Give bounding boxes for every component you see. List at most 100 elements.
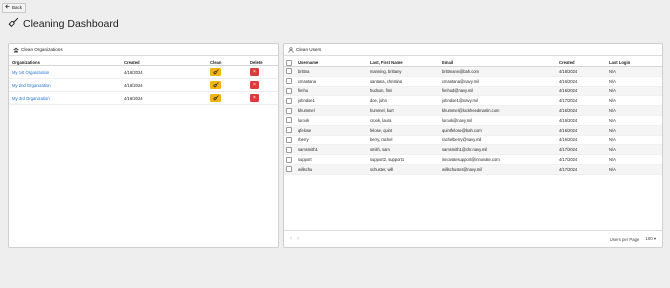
organization-icon xyxy=(13,47,19,53)
delete-organization-button[interactable]: × xyxy=(250,94,259,102)
last-login-cell: N/A xyxy=(607,125,662,136)
user-row[interactable]: support support2, support1 innovatesupport… xyxy=(284,154,662,165)
select-all-checkbox[interactable] xyxy=(286,59,292,66)
select-all-checkbox-cell xyxy=(284,59,296,67)
close-icon: × xyxy=(253,95,256,101)
column-header-last-login: Last Login xyxy=(607,59,662,67)
name-cell: support2, support1 xyxy=(368,154,440,165)
created-cell: 4/16/2024 xyxy=(557,115,607,126)
user-checkbox[interactable] xyxy=(286,68,292,75)
back-button-label: Back xyxy=(12,5,23,10)
user-checkbox[interactable] xyxy=(286,78,292,85)
clean-organization-button[interactable] xyxy=(210,94,221,102)
username-cell: willschu xyxy=(296,164,368,175)
organization-name-cell: My 2nd Organization xyxy=(9,78,121,92)
clean-organization-button[interactable] xyxy=(210,68,221,76)
users-per-page-value: 100 xyxy=(645,236,653,241)
email-cell: quintfelose@bah.com xyxy=(440,125,557,136)
organization-created: 4/16/2024 xyxy=(121,78,207,92)
clean-cell xyxy=(207,65,247,79)
users-per-page: Users per Page 100 ▾ xyxy=(610,236,656,242)
checkbox-cell xyxy=(284,66,296,77)
delete-organization-button[interactable]: × xyxy=(250,81,259,89)
user-checkbox[interactable] xyxy=(286,146,292,153)
page-header: Cleaning Dashboard xyxy=(8,16,119,32)
user-checkbox[interactable] xyxy=(286,127,292,134)
created-cell: 4/16/2024 xyxy=(557,66,607,77)
clean-organizations-panel: Clean Organizations Organizations Create… xyxy=(8,43,279,248)
organization-row: My 3rd Organization 4/16/2024 × xyxy=(9,91,278,105)
email-cell: innovatesupport@innovate.com xyxy=(440,154,557,165)
pagination: ‹ › xyxy=(290,236,299,242)
close-icon: × xyxy=(253,82,256,88)
created-cell: 4/17/2024 xyxy=(557,144,607,156)
user-checkbox[interactable] xyxy=(286,97,292,104)
last-login-cell: N/A xyxy=(607,66,662,77)
email-cell: willschuster@navy.mil xyxy=(440,164,557,175)
page-title: Cleaning Dashboard xyxy=(23,18,119,30)
name-cell: manning, brittany xyxy=(368,66,440,77)
checkbox-cell xyxy=(284,86,296,97)
name-cell: smith, sam xyxy=(368,144,440,156)
user-checkbox[interactable] xyxy=(286,107,292,114)
organization-link[interactable]: My 1st Organization xyxy=(12,70,49,75)
email-cell: rachelberry@navy.mil xyxy=(440,135,557,146)
user-checkbox[interactable] xyxy=(286,117,292,124)
clean-organizations-header: Clean Organizations xyxy=(9,44,278,56)
email-cell: samsmith1@chr.navy.mil xyxy=(440,144,557,156)
created-cell: 4/16/2024 xyxy=(557,86,607,97)
user-checkbox[interactable] xyxy=(286,87,292,94)
email-cell: lorook@navy.mil xyxy=(440,115,557,126)
name-cell: crook, laura xyxy=(368,115,440,126)
user-checkbox[interactable] xyxy=(286,166,292,173)
username-cell: johndoe1 xyxy=(296,95,368,107)
user-row[interactable]: brittna manning, brittany brittmann@bah.co… xyxy=(284,66,662,77)
username-cell: rberry xyxy=(296,135,368,146)
organizations-table: Organizations Created Clean Delete My 1s… xyxy=(9,59,278,105)
user-row[interactable]: samsmith1 smith, sam samsmith1@chr.navy.mi… xyxy=(284,144,662,156)
clean-cell xyxy=(207,78,247,92)
organization-row: My 1st Organization 4/16/2024 × xyxy=(9,65,278,79)
user-row[interactable]: qfelose felose, quint quintfelose@bah.com 4… xyxy=(284,125,662,136)
name-cell: hudson, fimi xyxy=(368,86,440,97)
name-cell: doe, john xyxy=(368,95,440,107)
organization-link[interactable]: My 2nd Organization xyxy=(12,83,51,88)
checkbox-cell xyxy=(284,76,296,87)
checkbox-cell xyxy=(284,154,296,165)
broom-icon xyxy=(212,81,219,89)
user-row[interactable]: lorook crook, laura lorook@navy.mil 4/16/20… xyxy=(284,115,662,126)
organization-created: 4/16/2024 xyxy=(121,65,207,79)
email-cell: brittmann@bah.com xyxy=(440,66,557,77)
name-cell: hummel, kurt xyxy=(368,105,440,116)
name-cell: berry, rachel xyxy=(368,135,440,146)
user-row[interactable]: khummel hummel, kurt khummel@lockheedmarti… xyxy=(284,105,662,116)
users-per-page-label: Users per Page xyxy=(609,236,640,242)
user-checkbox[interactable] xyxy=(286,156,292,163)
column-header-created: Created xyxy=(557,59,607,67)
broom-icon xyxy=(212,94,219,102)
created-cell: 4/16/2024 xyxy=(557,105,607,116)
user-checkbox[interactable] xyxy=(286,136,292,143)
user-row[interactable]: rberry berry, rachel rachelberry@navy.mil 4… xyxy=(284,135,662,146)
user-row[interactable]: cmantana santana, christina cmantana@navy.… xyxy=(284,76,662,87)
dropdown-arrow-icon: ▾ xyxy=(653,236,656,241)
clean-organization-button[interactable] xyxy=(210,81,221,89)
broom-icon xyxy=(8,15,19,33)
previous-page-button[interactable]: ‹ xyxy=(290,236,292,242)
user-row[interactable]: willschu schuster, will willschuster@navy.… xyxy=(284,164,662,175)
user-row[interactable]: johndoe1 doe, john johndoe1@navy.mil 4/17/2… xyxy=(284,95,662,107)
organization-created: 4/16/2024 xyxy=(121,91,207,105)
last-login-cell: N/A xyxy=(607,76,662,87)
checkbox-cell xyxy=(284,115,296,126)
users-per-page-select[interactable]: 100 ▾ xyxy=(645,236,656,242)
name-cell: felose, quint xyxy=(368,125,440,136)
email-cell: khummel@lockheedmartin.com xyxy=(440,105,557,116)
last-login-cell: N/A xyxy=(607,86,662,97)
back-button[interactable]: Back xyxy=(2,3,27,13)
user-row[interactable]: fimhu hudson, fimi fimhud@navy.mil 4/16/202… xyxy=(284,86,662,97)
organization-link[interactable]: My 3rd Organization xyxy=(12,96,50,101)
last-login-cell: N/A xyxy=(607,105,662,116)
delete-organization-button[interactable]: × xyxy=(250,68,259,76)
next-page-button[interactable]: › xyxy=(297,236,299,242)
username-cell: lorook xyxy=(296,115,368,126)
